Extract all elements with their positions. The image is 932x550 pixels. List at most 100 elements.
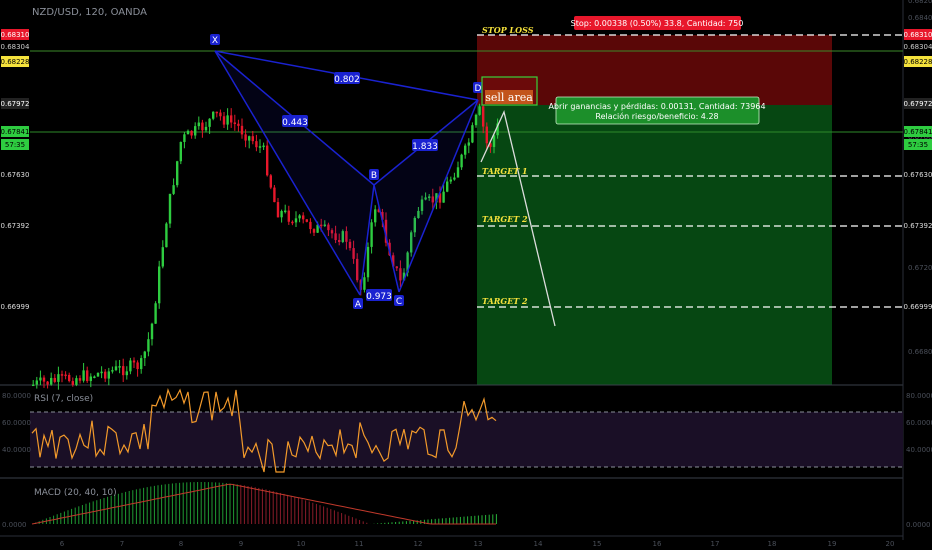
candle-body (456, 167, 460, 178)
target-1-label: TARGET 1 (482, 166, 528, 176)
date-tick: 19 (828, 540, 837, 548)
date-tick: 13 (474, 540, 483, 548)
candle-body (467, 142, 470, 146)
candle-body (305, 219, 308, 222)
candle-body (60, 374, 64, 376)
price-tag-countdown-text: 57:35 (908, 141, 928, 149)
pattern-ratio: 0.973 (366, 292, 392, 302)
candle-body (118, 366, 121, 368)
price-tag-stop-text: 0.68310 (904, 31, 932, 39)
rsi-tick: 60.0000 (906, 419, 932, 427)
candle-body (53, 377, 56, 382)
price-chart-svg[interactable]: X A B C D 0.802 0.443 1.833 0.973 STOP LOSS TARGET… (0, 0, 932, 550)
candle-body (186, 130, 190, 135)
candle-body (460, 154, 463, 168)
candle-body (179, 141, 182, 162)
candle-body (78, 378, 82, 381)
candle-body (201, 122, 204, 131)
price-tag-p3-text: 0.68228 (904, 58, 932, 66)
candle-body (100, 371, 103, 374)
price-tick: 0.68400 (908, 14, 932, 22)
pattern-point-b: B (371, 171, 377, 181)
candle-body (215, 111, 218, 114)
candle-body (269, 175, 272, 188)
rsi-label: RSI (7, close) (34, 394, 94, 404)
candle-body (190, 130, 193, 136)
macd-label: MACD (20, 40, 10) (34, 488, 117, 498)
price-tag-p2-text: 0.68304 (1, 43, 30, 51)
pattern-point-x: X (212, 36, 218, 46)
candle-body (183, 134, 186, 142)
candle-body (168, 193, 172, 224)
pattern-fill-bcd (374, 100, 478, 292)
candle-body (143, 351, 146, 359)
sell-area-label: sell area (485, 91, 533, 104)
candle-body (107, 371, 110, 379)
candle-body (453, 177, 456, 180)
rsi-tick: 40.0000 (2, 446, 31, 454)
candle-body (240, 125, 244, 135)
date-tick: 18 (768, 540, 777, 548)
candle-body (226, 115, 229, 125)
candle-body (132, 360, 136, 363)
candle-body (266, 145, 269, 176)
price-tag-t3-text: 0.66999 (1, 303, 30, 311)
candle-body (230, 115, 233, 123)
stop-info-text: Stop: 0.00338 (0.50%) 33.8, Cantidad: 75… (571, 19, 744, 28)
candle-body (208, 118, 211, 127)
candle-body (449, 179, 452, 182)
candle-body (237, 123, 240, 126)
candle-body (42, 377, 46, 382)
pattern-point-c: C (396, 297, 402, 307)
target-2-label: TARGET 2 (482, 214, 528, 224)
target-3-label: TARGET 2 (482, 296, 528, 306)
candle-body (158, 266, 161, 304)
candle-body (222, 116, 226, 125)
candle-body (194, 126, 197, 136)
date-tick: 6 (60, 540, 65, 548)
candle-body (147, 339, 150, 352)
candle-body (291, 221, 294, 224)
rsi-tick: 40.0000 (906, 446, 932, 454)
date-tick: 8 (179, 540, 183, 548)
price-tag-t1-text: 0.67630 (904, 171, 932, 179)
candle-body (471, 125, 474, 143)
candle-body (64, 374, 67, 377)
candle-body (370, 222, 373, 247)
rsi-tick: 60.0000 (2, 419, 31, 427)
candle-body (165, 223, 168, 248)
candle-body (251, 136, 254, 142)
date-tick: 15 (593, 540, 602, 548)
date-tick: 7 (120, 540, 124, 548)
date-tick: 12 (414, 540, 423, 548)
candle-body (82, 370, 85, 381)
candle-body (204, 126, 208, 131)
price-tick: 0.67200 (908, 264, 932, 272)
profit-zone (477, 105, 832, 385)
candle-body (140, 358, 143, 370)
candle-body (176, 161, 179, 186)
price-tag-t2-text: 0.67392 (904, 222, 932, 230)
stop-loss-label: STOP LOSS (482, 25, 534, 35)
price-tag-p2-text: 0.68304 (904, 43, 932, 51)
candle-body (442, 191, 445, 203)
candle-body (161, 247, 164, 267)
rsi-band (30, 412, 903, 467)
candle-body (50, 377, 53, 385)
candle-body (482, 106, 485, 127)
candle-body (122, 366, 125, 376)
pattern-point-d: D (475, 84, 482, 94)
candle-body (86, 370, 89, 382)
candle-body (89, 376, 92, 382)
candle-body (258, 146, 262, 148)
candle-body (262, 145, 265, 148)
pattern-ratio: 0.443 (282, 118, 308, 128)
pattern-ratio: 1.833 (412, 142, 438, 152)
candle-body (312, 229, 316, 233)
candle-body (125, 371, 128, 376)
candle-body (309, 221, 312, 230)
candle-body (93, 376, 96, 378)
profit-info-line-1: Abrir ganancias y pérdidas: 0.00131, Can… (548, 101, 765, 111)
price-tick: 0.66800 (908, 348, 932, 356)
candle-body (71, 381, 74, 385)
